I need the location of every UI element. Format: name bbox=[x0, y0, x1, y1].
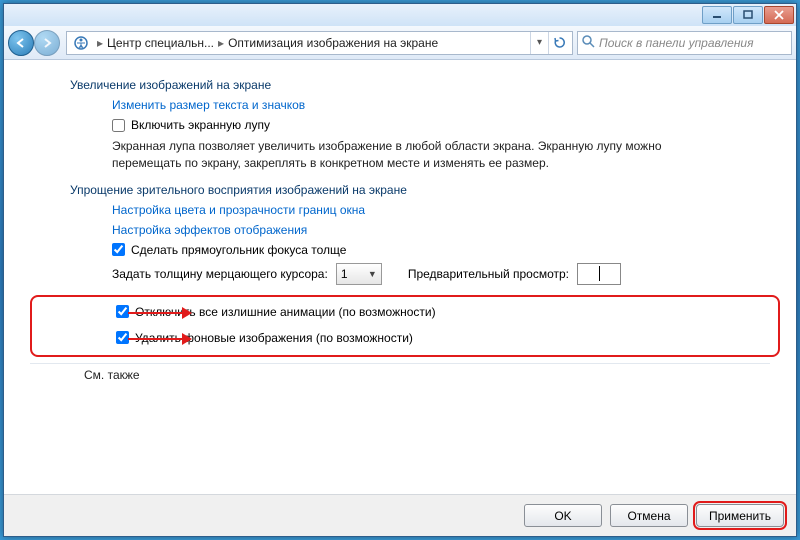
navigation-bar: ▸ Центр специальн... ▸ Оптимизация изобр… bbox=[4, 26, 796, 60]
search-icon bbox=[582, 35, 595, 51]
breadcrumb-separator: ▸ bbox=[214, 36, 228, 50]
ease-of-access-icon bbox=[73, 35, 89, 51]
checkbox-magnifier[interactable] bbox=[112, 119, 125, 132]
cancel-button[interactable]: Отмена bbox=[610, 504, 688, 527]
cursor-preview-box bbox=[577, 263, 621, 285]
content-area: Увеличение изображений на экране Изменит… bbox=[4, 60, 796, 494]
cursor-width-value: 1 bbox=[341, 267, 348, 281]
link-display-effects[interactable]: Настройка эффектов отображения bbox=[112, 223, 788, 237]
arrow-annotation-icon bbox=[128, 338, 190, 340]
divider bbox=[30, 363, 770, 364]
breadcrumb-item-1[interactable]: Центр специальн... bbox=[107, 36, 214, 50]
checkbox-magnifier-label: Включить экранную лупу bbox=[131, 118, 270, 132]
link-color-transparency[interactable]: Настройка цвета и прозрачности границ ок… bbox=[112, 203, 788, 217]
apply-button[interactable]: Применить bbox=[696, 504, 784, 527]
breadcrumb-separator: ▸ bbox=[93, 36, 107, 50]
highlight-annotation: Отключить все излишние анимации (по возм… bbox=[30, 295, 780, 357]
link-resize-text[interactable]: Изменить размер текста и значков bbox=[112, 98, 788, 112]
minimize-button[interactable] bbox=[702, 6, 732, 24]
dialog-footer: OK Отмена Применить bbox=[4, 494, 796, 536]
cursor-width-select[interactable]: 1 ▼ bbox=[336, 263, 382, 285]
control-panel-window: ▸ Центр специальн... ▸ Оптимизация изобр… bbox=[3, 3, 797, 537]
close-button[interactable] bbox=[764, 6, 794, 24]
search-input[interactable]: Поиск в панели управления bbox=[577, 31, 792, 55]
breadcrumb[interactable]: ▸ Центр специальн... ▸ Оптимизация изобр… bbox=[66, 31, 573, 55]
breadcrumb-item-2[interactable]: Оптимизация изображения на экране bbox=[228, 36, 438, 50]
forward-button[interactable] bbox=[34, 30, 60, 56]
arrow-annotation-icon bbox=[128, 312, 190, 314]
window-titlebar bbox=[4, 4, 796, 26]
magnifier-description: Экранная лупа позволяет увеличить изобра… bbox=[112, 138, 732, 173]
section-visual-title: Упрощение зрительного восприятия изображ… bbox=[70, 183, 788, 197]
cursor-width-label: Задать толщину мерцающего курсора: bbox=[112, 267, 328, 281]
search-placeholder: Поиск в панели управления bbox=[599, 36, 754, 50]
preview-label: Предварительный просмотр: bbox=[408, 267, 569, 281]
maximize-button[interactable] bbox=[733, 6, 763, 24]
chevron-down-icon: ▼ bbox=[368, 269, 377, 279]
breadcrumb-dropdown[interactable]: ▾ bbox=[530, 32, 548, 54]
refresh-button[interactable] bbox=[548, 32, 570, 54]
checkbox-focus-rect-label: Сделать прямоугольник фокуса толще bbox=[131, 243, 346, 257]
cursor-preview bbox=[599, 266, 600, 281]
ok-button[interactable]: OK bbox=[524, 504, 602, 527]
section-magnify-title: Увеличение изображений на экране bbox=[70, 78, 788, 92]
see-also-label: См. также bbox=[84, 368, 788, 382]
back-button[interactable] bbox=[8, 30, 34, 56]
checkbox-focus-rect[interactable] bbox=[112, 243, 125, 256]
